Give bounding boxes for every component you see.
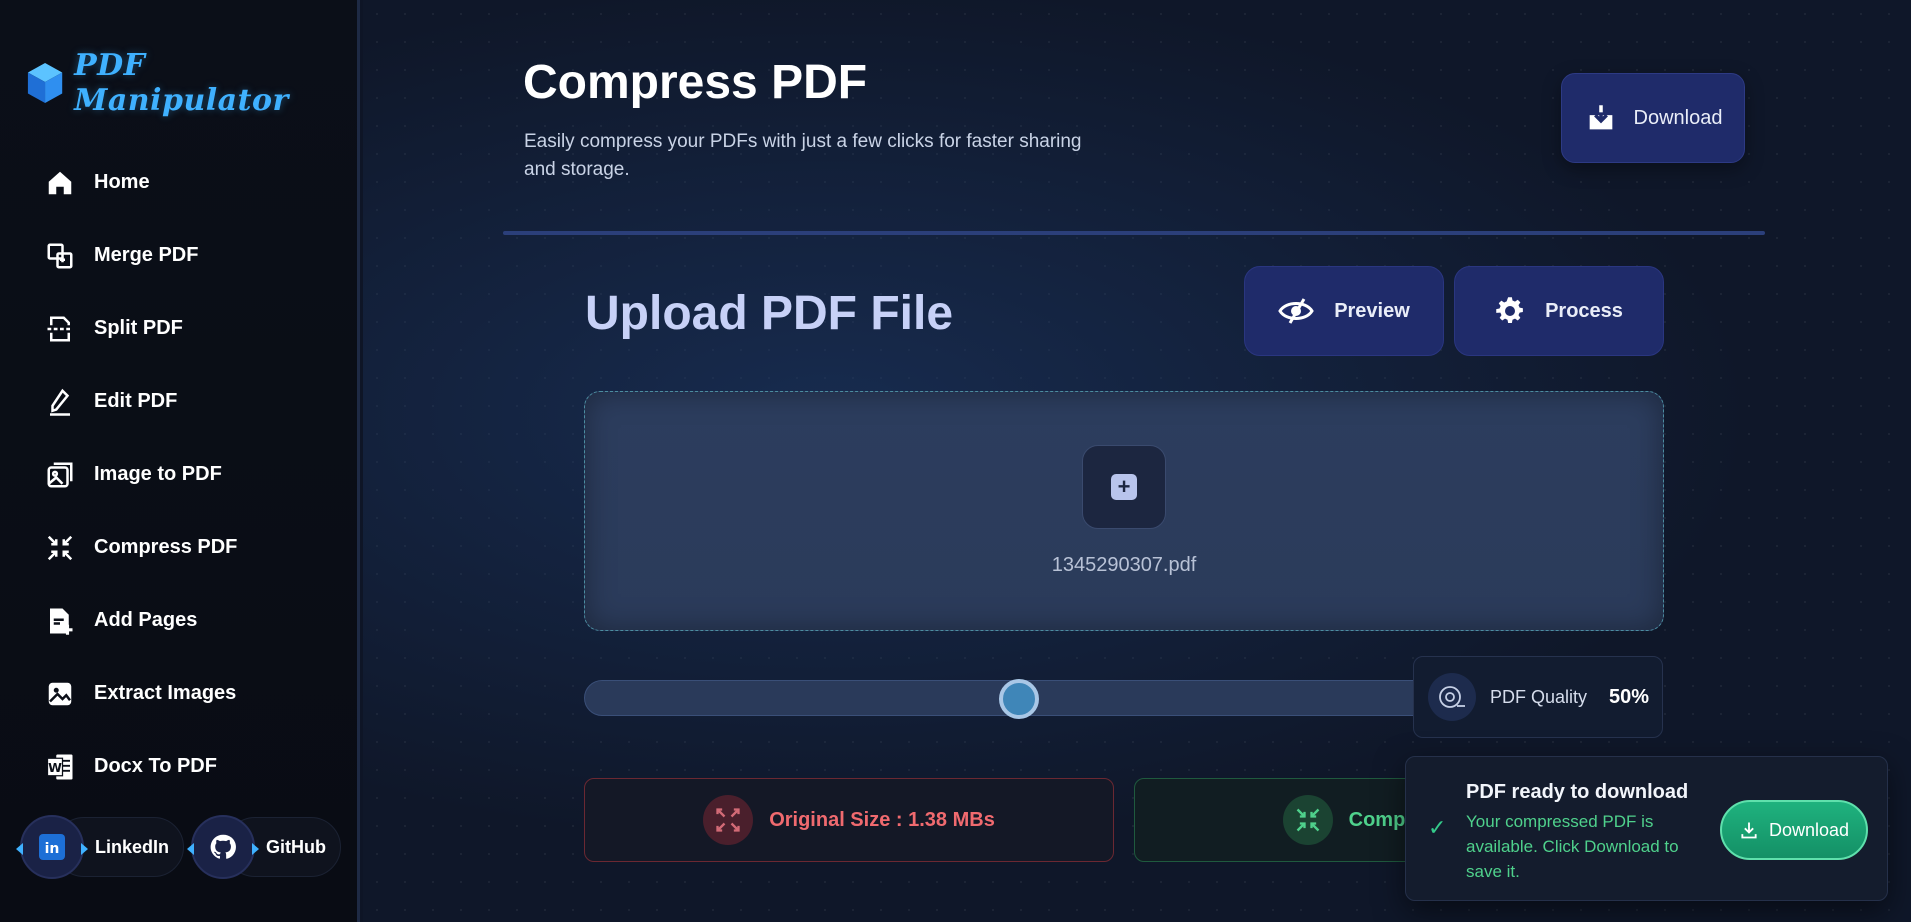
sidebar-item-compress-pdf[interactable]: Compress PDF [44,511,237,584]
check-icon: ✓ [1428,815,1447,840]
image-to-pdf-icon [44,459,76,491]
toast-title: PDF ready to download [1466,781,1689,803]
process-button[interactable]: Process [1454,266,1664,356]
download-button-label: Download [1633,106,1723,129]
sidebar-item-extract-images[interactable]: Extract Images [44,657,237,730]
home-icon [44,167,76,199]
divider [503,231,1765,235]
quality-slider[interactable] [584,679,1454,719]
download-button[interactable]: Download [1561,73,1745,163]
compress-icon [44,532,76,564]
add-file-button[interactable]: + [1082,445,1166,529]
sidebar: PDF Manipulator Home Merge PDF Split PDF… [0,0,360,922]
sidebar-item-add-pages[interactable]: Add Pages [44,584,237,657]
sidebar-item-label: Extract Images [94,682,237,704]
github-icon [187,815,259,879]
svg-text:W: W [48,760,62,775]
quality-gauge-icon [1428,673,1476,721]
add-pages-icon [44,605,76,637]
quality-label: PDF Quality [1490,686,1588,707]
sidebar-item-label: Docx To PDF [94,755,217,777]
word-icon: W [44,751,76,783]
eye-icon [1278,298,1314,324]
toast-download-label: Download [1768,819,1850,840]
preview-button-label: Preview [1334,299,1410,322]
plus-icon: + [1111,474,1137,500]
download-ready-toast: ✓ PDF ready to download Your compressed … [1405,756,1888,901]
linkedin-icon: in [16,815,88,879]
linkedin-link[interactable]: in LinkedIn [16,815,185,879]
download-icon [1741,822,1757,839]
merge-icon [44,240,76,272]
sidebar-item-label: Home [94,171,150,193]
file-dropzone[interactable]: + 1345290307.pdf [584,391,1664,631]
preview-button[interactable]: Preview [1244,266,1444,356]
gear-icon [1496,297,1523,323]
uploaded-filename: 1345290307.pdf [1051,554,1197,576]
page-subtitle: Easily compress your PDFs with just a fe… [524,131,1082,180]
sidebar-item-label: Edit PDF [94,390,178,412]
upload-title: Upload PDF File [585,287,954,340]
original-size-text: Original Size : 1.38 MBs [769,808,995,831]
sidebar-item-label: Add Pages [94,609,198,631]
app-name: PDF Manipulator [74,48,289,118]
sidebar-item-edit-pdf[interactable]: Edit PDF [44,365,237,438]
app-logo[interactable]: PDF Manipulator [26,48,357,118]
download-icon [1589,105,1612,130]
sidebar-item-label: Merge PDF [94,244,199,266]
sidebar-item-split-pdf[interactable]: Split PDF [44,292,237,365]
sidebar-item-image-to-pdf[interactable]: Image to PDF [44,438,237,511]
split-icon [44,313,76,345]
compress-icon [1282,795,1333,845]
process-button-label: Process [1545,299,1623,322]
sidebar-item-home[interactable]: Home [44,146,237,219]
svg-text:in: in [45,841,60,857]
edit-icon [44,386,76,418]
sidebar-nav: Home Merge PDF Split PDF Edit PDF Image … [44,146,237,803]
sidebar-item-label: Split PDF [94,317,183,339]
sidebar-item-docx-to-pdf[interactable]: W Docx To PDF [44,730,237,803]
sidebar-item-label: Compress PDF [94,536,238,558]
page-title: Compress PDF [523,56,868,109]
quality-value: 50% [1609,685,1650,708]
toast-download-button[interactable]: Download [1720,800,1868,860]
cube-logo-icon [27,62,63,104]
extract-images-icon [44,678,76,710]
expand-icon [703,795,754,845]
sidebar-item-label: Image to PDF [94,463,222,485]
sidebar-item-merge-pdf[interactable]: Merge PDF [44,219,237,292]
quality-slider-thumb[interactable] [999,679,1039,719]
quality-indicator: PDF Quality 50% [1413,656,1663,738]
toast-message: Your compressed PDF is available. Click … [1466,812,1679,881]
github-link[interactable]: GitHub [187,815,341,879]
original-size-card: Original Size : 1.38 MBs [584,778,1114,862]
